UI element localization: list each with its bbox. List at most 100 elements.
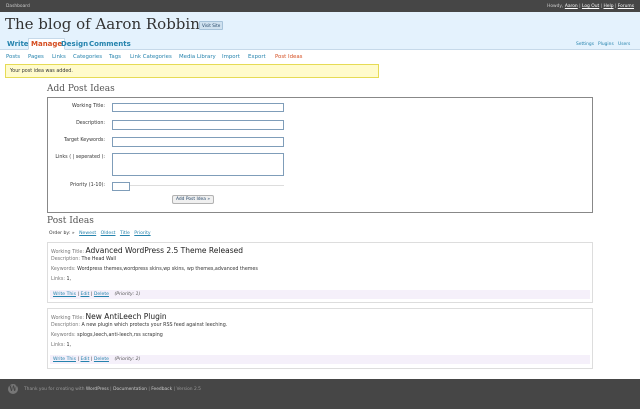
write-this-link[interactable]: Write This <box>53 357 76 362</box>
priority-label: Priority (1-10): <box>70 183 105 188</box>
idea-links: 1, <box>66 277 72 282</box>
idea-description-row: Description: The Head Wall <box>51 257 116 262</box>
main-menu: Write Manage Design Comments Settings Pl… <box>0 38 640 50</box>
post-idea-item: Working Title: New AntiLeech Plugin Desc… <box>47 308 593 369</box>
idea-priority: (Priority: 1) <box>114 292 141 297</box>
submenu-pages[interactable]: Pages <box>28 54 44 60</box>
dashboard-link[interactable]: Dashboard <box>6 4 30 9</box>
submenu-tags[interactable]: Tags <box>109 54 121 60</box>
links-key: Links: <box>51 277 65 282</box>
order-title[interactable]: Title <box>120 231 130 236</box>
blog-header: The blog of Aaron Robbins Visit Site <box>0 12 640 40</box>
idea-title: Advanced WordPress 2.5 Theme Released <box>85 246 243 255</box>
order-oldest[interactable]: Oldest <box>101 231 116 236</box>
submenu-post-ideas[interactable]: Post Ideas <box>275 54 302 60</box>
idea-keywords-row: Keywords: splogs,leech,anti-leech,rss sc… <box>51 333 163 338</box>
order-priority[interactable]: Priority <box>134 231 150 236</box>
submenu-media-library[interactable]: Media Library <box>179 54 216 60</box>
working-title-input[interactable] <box>112 103 284 112</box>
order-by-bar: Order by: » Newest Oldest Title Priority <box>49 231 151 236</box>
wordpress-link[interactable]: WordPress <box>86 387 109 392</box>
links-key: Links: <box>51 343 65 348</box>
menu-settings[interactable]: Settings <box>576 42 594 47</box>
footer-separator: | <box>110 387 112 392</box>
footer-text: Thank you for creating with WordPress | … <box>24 387 201 392</box>
priority-input[interactable] <box>112 182 130 191</box>
idea-title-row: Working Title: New AntiLeech Plugin <box>51 312 167 321</box>
menu-comments[interactable]: Comments <box>87 39 133 49</box>
user-links: Howdy, Aaron | Log Out | Help | Forums <box>547 4 634 9</box>
delete-link[interactable]: Delete <box>94 292 109 297</box>
idea-priority: (Priority: 2) <box>114 357 141 362</box>
links-textarea[interactable] <box>112 153 284 176</box>
working-title-label: Working Title: <box>72 104 105 109</box>
description-input[interactable] <box>112 120 284 130</box>
idea-links-row: Links: 1, <box>51 277 71 282</box>
user-profile-link[interactable]: Aaron <box>565 4 578 9</box>
idea-title: New AntiLeech Plugin <box>85 312 167 321</box>
working-title-key: Working Title: <box>51 316 84 321</box>
idea-title-row: Working Title: Advanced WordPress 2.5 Th… <box>51 246 243 255</box>
menu-write[interactable]: Write <box>5 39 31 49</box>
admin-footer: W Thank you for creating with WordPress … <box>0 379 640 409</box>
submenu-links[interactable]: Links <box>52 54 66 60</box>
submenu-export[interactable]: Export <box>248 54 266 60</box>
blog-title: The blog of Aaron Robbins <box>5 15 208 33</box>
documentation-link[interactable]: Documentation <box>113 387 147 392</box>
logout-link[interactable]: Log Out <box>582 4 599 9</box>
idea-description: The Head Wall <box>81 257 117 262</box>
idea-description-row: Description: A new plugin which protects… <box>51 323 227 328</box>
visit-site-button[interactable]: Visit Site <box>199 21 224 30</box>
delete-link[interactable]: Delete <box>94 357 109 362</box>
idea-keywords: splogs,leech,anti-leech,rss scraping <box>77 333 163 338</box>
menu-design[interactable]: Design <box>59 39 90 49</box>
idea-keywords: Wordpress themes,wordpress skins,wp skin… <box>77 267 258 272</box>
menu-plugins[interactable]: Plugins <box>598 42 614 47</box>
idea-keywords-row: Keywords: Wordpress themes,wordpress ski… <box>51 267 258 272</box>
footer-separator: | <box>173 387 176 392</box>
keywords-key: Keywords: <box>51 333 76 338</box>
version-text: Version 2.5 <box>176 387 201 392</box>
submenu-import[interactable]: Import <box>222 54 240 60</box>
keywords-label: Target Keywords: <box>64 138 105 143</box>
links-label: Links ( | seperated ): <box>55 155 105 160</box>
keywords-key: Keywords: <box>51 267 76 272</box>
footer-thanks: Thank you for creating with <box>24 387 85 392</box>
edit-link[interactable]: Edit <box>80 292 89 297</box>
idea-links: 1, <box>66 343 72 348</box>
submenu-link-categories[interactable]: Link Categories <box>130 54 172 60</box>
feedback-link[interactable]: Feedback <box>151 387 172 392</box>
forums-link[interactable]: Forums <box>618 4 634 9</box>
form-divider <box>112 185 284 186</box>
help-link[interactable]: Help <box>603 4 613 9</box>
idea-description: A new plugin which protects your RSS fee… <box>81 323 228 328</box>
post-idea-item: Working Title: Advanced WordPress 2.5 Th… <box>47 242 593 303</box>
add-post-ideas-heading: Add Post Ideas <box>47 84 115 94</box>
footer-separator: | <box>148 387 150 392</box>
edit-link[interactable]: Edit <box>80 357 89 362</box>
action-separator: | <box>90 292 93 297</box>
action-separator: | <box>77 292 80 297</box>
sub-menu: Posts Pages Links Categories Tags Link C… <box>0 52 640 62</box>
description-key: Description: <box>51 257 80 262</box>
idea-actions: Write This | Edit | Delete (Priority: 2) <box>50 355 590 364</box>
admin-topbar: Dashboard Howdy, Aaron | Log Out | Help … <box>0 0 640 12</box>
order-newest[interactable]: Newest <box>79 231 96 236</box>
add-post-idea-button[interactable]: Add Post Idea » <box>172 195 214 204</box>
post-ideas-heading: Post Ideas <box>47 216 94 226</box>
submenu-categories[interactable]: Categories <box>73 54 102 60</box>
order-by-label: Order by: » <box>49 231 75 236</box>
description-label: Description: <box>76 121 105 126</box>
description-key: Description: <box>51 323 80 328</box>
write-this-link[interactable]: Write This <box>53 292 76 297</box>
submenu-posts[interactable]: Posts <box>6 54 20 60</box>
idea-links-row: Links: 1, <box>51 343 71 348</box>
action-separator: | <box>77 357 80 362</box>
wordpress-logo-icon: W <box>8 384 18 394</box>
action-separator: | <box>90 357 93 362</box>
keywords-input[interactable] <box>112 137 284 147</box>
idea-actions: Write This | Edit | Delete (Priority: 1) <box>50 290 590 299</box>
success-notice: Your post idea was added. <box>5 64 379 78</box>
menu-users[interactable]: Users <box>618 42 630 47</box>
working-title-key: Working Title: <box>51 250 84 255</box>
